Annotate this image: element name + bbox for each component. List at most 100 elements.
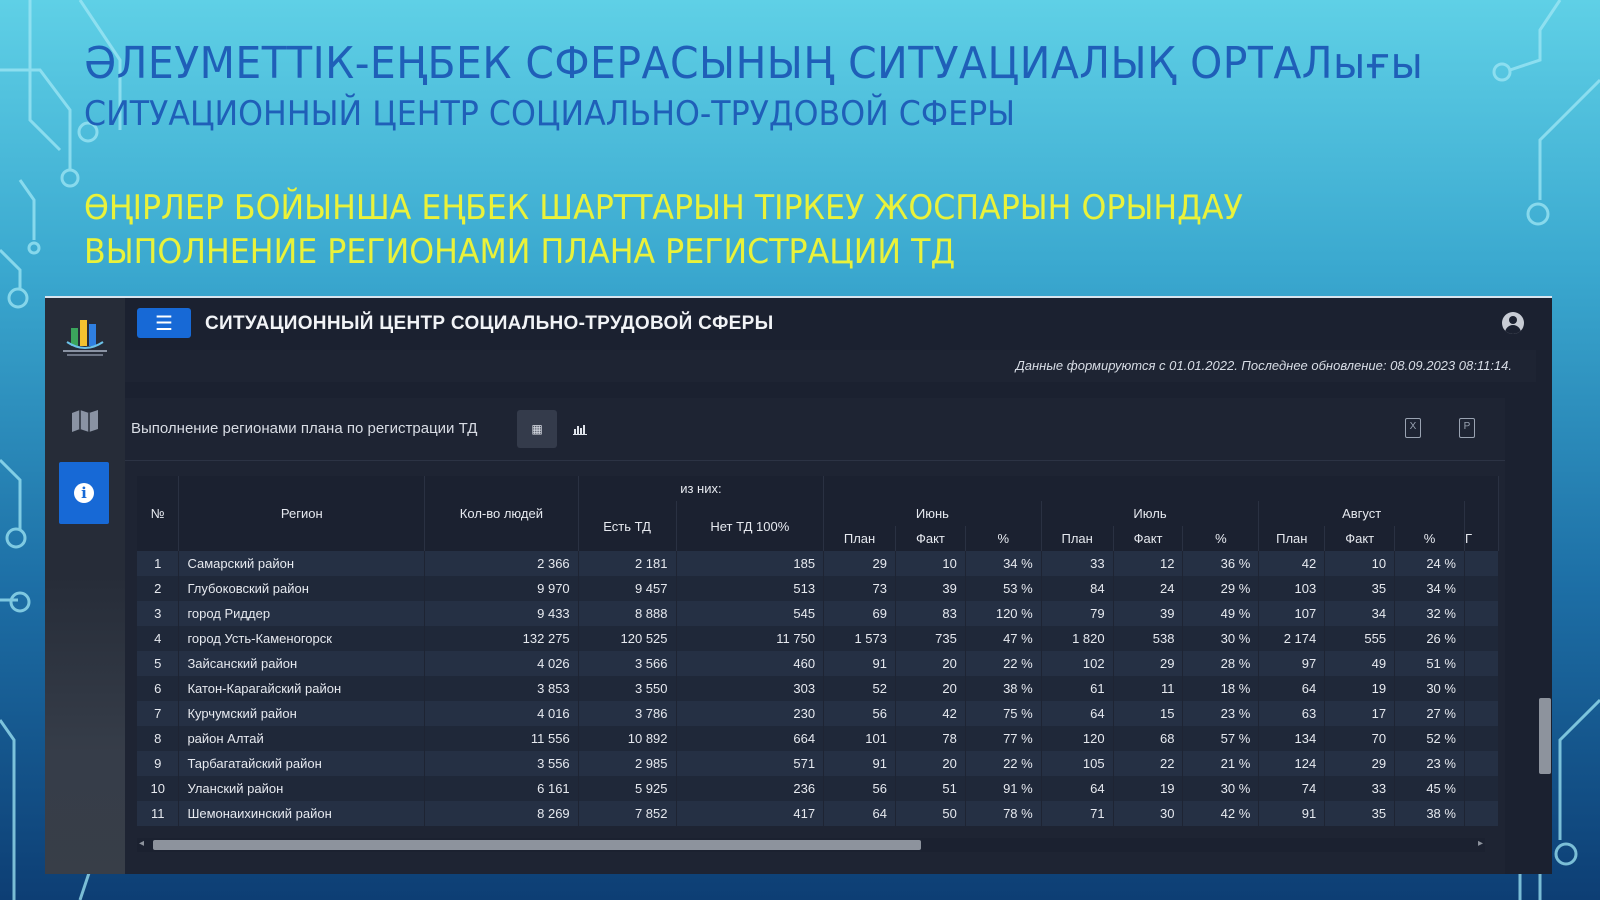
cell-cut (1464, 551, 1499, 576)
table-row[interactable]: 1 Самарский район 2 366 2 181 185 29 10 34 % 33 1… (137, 551, 1499, 576)
cell-jul-pct: 30 % (1182, 776, 1260, 801)
cell-people: 11 556 (424, 726, 579, 751)
table-row[interactable]: 5 Зайсанский район 4 026 3 566 460 91 20 22 % 10… (137, 651, 1499, 676)
col-header-of-them: из них: (578, 476, 825, 501)
scroll-left-icon[interactable]: ◂ (139, 838, 144, 849)
cell-people: 4 016 (424, 701, 579, 726)
slide-subtitle-kz: ӨҢІРЛЕР БОЙЫНША ЕҢБЕК ШАРТТАРЫН ТІРКЕУ Ж… (84, 188, 1243, 228)
panel-title: Выполнение регионами плана по регистраци… (131, 420, 478, 437)
cell-aug-p: 134 (1258, 726, 1326, 751)
cell-has: 3 550 (578, 676, 677, 701)
horizontal-scroll-thumb[interactable] (153, 840, 921, 850)
cell-region: Зайсанский район (178, 651, 426, 676)
col-header-august-fact[interactable]: Факт (1324, 526, 1396, 551)
table-row[interactable]: 2 Глубоковский район 9 970 9 457 513 73 39 53 %… (137, 576, 1499, 601)
table-row[interactable]: 4 город Усть-Каменогорск 132 275 120 525 11 … (137, 626, 1499, 651)
cell-jun-p: 73 (823, 576, 896, 601)
cell-people: 9 970 (424, 576, 579, 601)
col-header-august-plan[interactable]: План (1258, 526, 1326, 551)
cell-jun-pct: 75 % (965, 701, 1042, 726)
table-row[interactable]: 11 Шемонаихинский район 8 269 7 852 417 64 50 7… (137, 801, 1499, 826)
cell-aug-f: 29 (1324, 751, 1396, 776)
cell-aug-p: 103 (1258, 576, 1326, 601)
slide-title-kz: ӘЛЕУМЕТТІК-ЕҢБЕК СФЕРАСЫНЫҢ СИТУАЦИАЛЫҚ … (84, 38, 1424, 89)
cell-aug-f: 49 (1324, 651, 1396, 676)
cell-jun-f: 20 (895, 676, 966, 701)
cell-jul-pct: 18 % (1182, 676, 1260, 701)
info-icon[interactable]: i (59, 462, 109, 524)
chart-view-button[interactable] (565, 410, 595, 448)
cell-has: 10 892 (578, 726, 677, 751)
vertical-scrollbar[interactable] (1536, 298, 1552, 874)
table-row[interactable]: 9 Тарбагатайский район 3 556 2 985 571 91 20 22… (137, 751, 1499, 776)
slide-title-ru: СИТУАЦИОННЫЙ ЦЕНТР СОЦИАЛЬНО-ТРУДОВОЙ СФ… (84, 94, 1016, 134)
col-header-num[interactable]: № (137, 476, 180, 551)
cell-aug-f: 35 (1324, 576, 1396, 601)
cell-region: район Алтай (178, 726, 426, 751)
cell-aug-pct: 23 % (1394, 751, 1465, 776)
cell-has: 120 525 (578, 626, 677, 651)
cell-jul-f: 22 (1113, 751, 1184, 776)
col-header-next-cut[interactable]: Г (1464, 526, 1499, 551)
cell-jun-p: 56 (823, 701, 896, 726)
cell-has: 7 852 (578, 801, 677, 826)
cell-no: 571 (676, 751, 825, 776)
cell-n: 7 (137, 701, 180, 726)
cell-no: 513 (676, 576, 825, 601)
cell-aug-pct: 45 % (1394, 776, 1465, 801)
col-header-june-fact[interactable]: Факт (895, 526, 966, 551)
col-header-people[interactable]: Кол-во людей (424, 476, 579, 551)
cell-aug-pct: 51 % (1394, 651, 1465, 676)
cell-cut (1464, 751, 1499, 776)
cell-jun-pct: 22 % (965, 651, 1042, 676)
cell-jul-f: 39 (1113, 601, 1184, 626)
cell-people: 132 275 (424, 626, 579, 651)
col-header-has-td[interactable]: Есть ТД (578, 501, 677, 551)
cell-jun-f: 78 (895, 726, 966, 751)
col-header-july-fact[interactable]: Факт (1113, 526, 1184, 551)
table-row[interactable]: 7 Курчумский район 4 016 3 786 230 56 42 75 % 64… (137, 701, 1499, 726)
cell-jun-pct: 53 % (965, 576, 1042, 601)
cell-aug-pct: 26 % (1394, 626, 1465, 651)
cell-jun-pct: 47 % (965, 626, 1042, 651)
export-excel-button[interactable]: X (1405, 418, 1421, 438)
data-table-container[interactable]: № Регион Кол-во людей из них: Есть ТД Не… (137, 476, 1499, 826)
vertical-scroll-thumb[interactable] (1539, 698, 1551, 774)
cell-aug-f: 34 (1324, 601, 1396, 626)
cell-no: 460 (676, 651, 825, 676)
cell-jul-pct: 28 % (1182, 651, 1260, 676)
cell-jul-p: 1 820 (1041, 626, 1114, 651)
user-icon[interactable] (1502, 312, 1524, 334)
report-panel: Выполнение регионами плана по регистраци… (125, 398, 1505, 874)
cell-has: 8 888 (578, 601, 677, 626)
table-row[interactable]: 10 Уланский район 6 161 5 925 236 56 51 91 % 64 1… (137, 776, 1499, 801)
cell-has: 9 457 (578, 576, 677, 601)
cell-aug-pct: 27 % (1394, 701, 1465, 726)
cell-aug-pct: 52 % (1394, 726, 1465, 751)
cell-n: 5 (137, 651, 180, 676)
export-pdf-button[interactable]: P (1459, 418, 1475, 438)
cell-aug-p: 2 174 (1258, 626, 1326, 651)
cell-people: 4 026 (424, 651, 579, 676)
col-header-july-plan[interactable]: План (1041, 526, 1114, 551)
cell-has: 2 985 (578, 751, 677, 776)
map-icon[interactable] (69, 406, 101, 436)
menu-button[interactable]: ☰ (137, 308, 191, 338)
table-row[interactable]: 3 город Риддер 9 433 8 888 545 69 83 120 % 79 39 4… (137, 601, 1499, 626)
table-row[interactable]: 8 район Алтай 11 556 10 892 664 101 78 77 % 120 6… (137, 726, 1499, 751)
logo[interactable] (57, 312, 113, 362)
cell-people: 3 853 (424, 676, 579, 701)
col-header-july-pct[interactable]: % (1182, 526, 1260, 551)
scroll-right-icon[interactable]: ▸ (1478, 838, 1483, 849)
cell-jun-pct: 77 % (965, 726, 1042, 751)
cell-people: 2 366 (424, 551, 579, 576)
col-header-region[interactable]: Регион (178, 476, 426, 551)
table-row[interactable]: 6 Катон-Карагайский район 3 853 3 550 303 52 2… (137, 676, 1499, 701)
col-header-june-pct[interactable]: % (965, 526, 1042, 551)
cell-jun-f: 42 (895, 701, 966, 726)
col-header-no-td[interactable]: Нет ТД 100% (676, 501, 825, 551)
table-view-button[interactable]: ▦ (517, 410, 557, 448)
col-header-june-plan[interactable]: План (823, 526, 896, 551)
horizontal-scrollbar[interactable]: ◂ ▸ (137, 838, 1485, 852)
col-header-august-pct[interactable]: % (1394, 526, 1465, 551)
